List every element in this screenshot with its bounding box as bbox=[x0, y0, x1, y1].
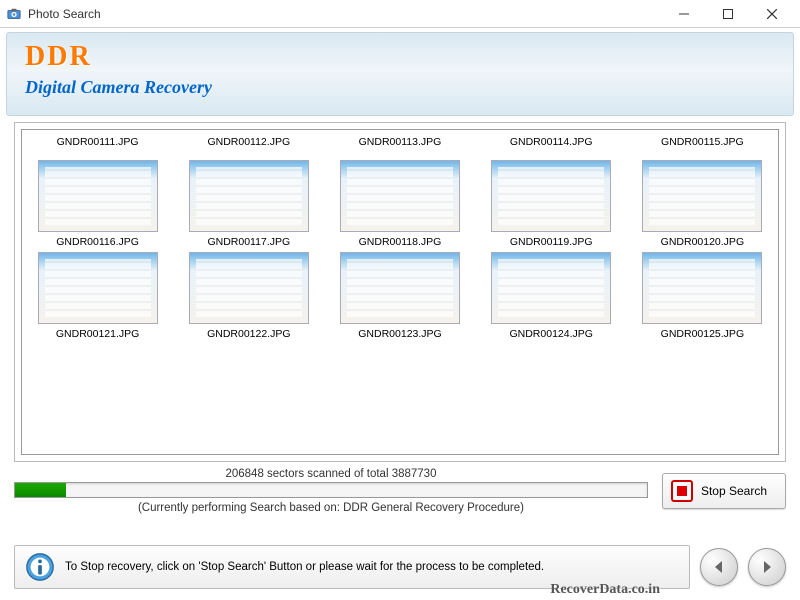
titlebar: Photo Search bbox=[0, 0, 800, 28]
window-controls bbox=[662, 0, 794, 28]
thumb-filename: GNDR00118.JPG bbox=[328, 236, 471, 248]
thumbnail-image bbox=[491, 252, 611, 324]
thumbnail-image bbox=[38, 160, 158, 232]
watermark: RecoverData.co.in bbox=[550, 582, 660, 598]
thumbnail-image bbox=[642, 160, 762, 232]
brand-logo: DDR bbox=[25, 41, 775, 73]
thumbnail-item[interactable]: GNDR00123.JPG bbox=[328, 252, 471, 340]
thumbnail-image bbox=[340, 160, 460, 232]
thumb-filename: GNDR00114.JPG bbox=[480, 134, 623, 156]
content-frame: GNDR00111.JPG GNDR00112.JPG GNDR00113.JP… bbox=[14, 122, 786, 462]
thumbnail-image bbox=[642, 252, 762, 324]
banner: DDR Digital Camera Recovery bbox=[6, 32, 794, 116]
thumbnail-item[interactable]: GNDR00119.JPG bbox=[480, 160, 623, 248]
thumbnail-gallery[interactable]: GNDR00111.JPG GNDR00112.JPG GNDR00113.JP… bbox=[21, 129, 779, 455]
thumb-filename: GNDR00115.JPG bbox=[631, 134, 774, 156]
thumb-filename: GNDR00116.JPG bbox=[26, 236, 169, 248]
thumb-filename: GNDR00119.JPG bbox=[480, 236, 623, 248]
progress-row: 206848 sectors scanned of total 3887730 … bbox=[14, 468, 786, 514]
stop-button-label: Stop Search bbox=[701, 484, 767, 498]
thumb-filename: GNDR00125.JPG bbox=[631, 328, 774, 340]
nav-forward-button[interactable] bbox=[748, 548, 786, 586]
nav-back-button[interactable] bbox=[700, 548, 738, 586]
close-button[interactable] bbox=[750, 0, 794, 28]
thumb-filename: GNDR00117.JPG bbox=[177, 236, 320, 248]
thumbnail-item[interactable]: GNDR00120.JPG bbox=[631, 160, 774, 248]
maximize-button[interactable] bbox=[706, 0, 750, 28]
thumbnail-image bbox=[491, 160, 611, 232]
thumbnail-image bbox=[189, 252, 309, 324]
window-title: Photo Search bbox=[28, 7, 662, 21]
thumb-filename: GNDR00112.JPG bbox=[177, 134, 320, 156]
thumbnail-image bbox=[189, 160, 309, 232]
thumbnail-item[interactable]: GNDR00124.JPG bbox=[480, 252, 623, 340]
thumb-filename: GNDR00122.JPG bbox=[177, 328, 320, 340]
thumbnail-image bbox=[38, 252, 158, 324]
thumb-filename: GNDR00123.JPG bbox=[328, 328, 471, 340]
stop-icon bbox=[671, 480, 693, 502]
banner-subtitle: Digital Camera Recovery bbox=[25, 77, 775, 98]
thumbnail-item[interactable]: GNDR00117.JPG bbox=[177, 160, 320, 248]
thumbnail-item[interactable]: GNDR00116.JPG bbox=[26, 160, 169, 248]
thumbnail-item[interactable]: GNDR00122.JPG bbox=[177, 252, 320, 340]
stop-search-button[interactable]: Stop Search bbox=[662, 473, 786, 509]
thumb-filename: GNDR00120.JPG bbox=[631, 236, 774, 248]
app-icon bbox=[6, 6, 22, 22]
footer: To Stop recovery, click on 'Stop Search'… bbox=[14, 544, 786, 590]
thumb-filename: GNDR00121.JPG bbox=[26, 328, 169, 340]
thumbnail-item[interactable]: GNDR00121.JPG bbox=[26, 252, 169, 340]
tip-text: To Stop recovery, click on 'Stop Search'… bbox=[65, 561, 544, 573]
progress-status-text: 206848 sectors scanned of total 3887730 bbox=[14, 468, 648, 480]
minimize-button[interactable] bbox=[662, 0, 706, 28]
thumb-filename: GNDR00111.JPG bbox=[26, 134, 169, 156]
thumbnail-item[interactable]: GNDR00118.JPG bbox=[328, 160, 471, 248]
progress-note: (Currently performing Search based on: D… bbox=[14, 502, 648, 514]
thumbnail-item[interactable]: GNDR00125.JPG bbox=[631, 252, 774, 340]
thumb-filename: GNDR00113.JPG bbox=[328, 134, 471, 156]
progress-fill bbox=[15, 483, 66, 497]
info-icon bbox=[25, 552, 55, 582]
thumb-filename: GNDR00124.JPG bbox=[480, 328, 623, 340]
progress-bar bbox=[14, 482, 648, 498]
thumbnail-image bbox=[340, 252, 460, 324]
